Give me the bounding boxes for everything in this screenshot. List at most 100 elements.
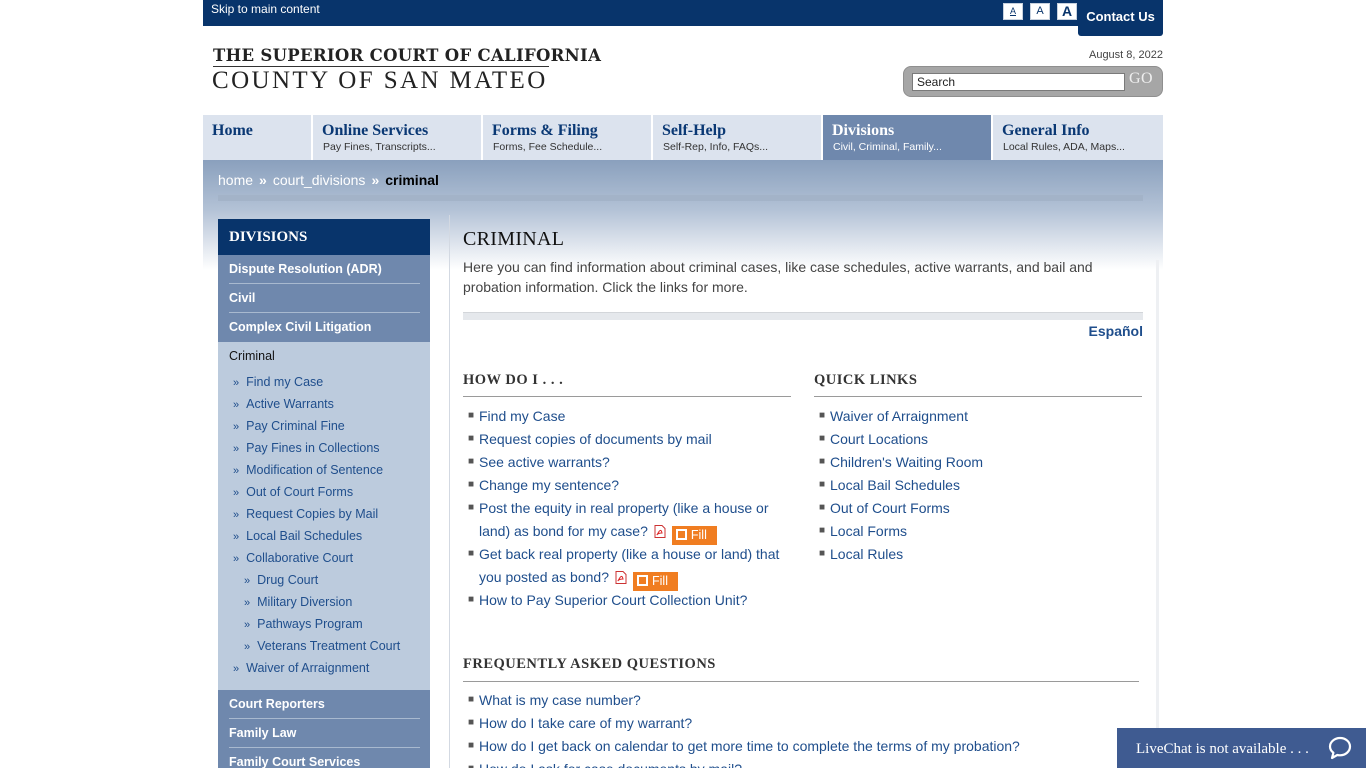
pdf-icon[interactable] <box>615 568 627 584</box>
howdoi-link-get-back-property[interactable]: Get back real property (like a house or … <box>479 543 779 566</box>
sidebar-item-complex-civil[interactable]: Complex Civil Litigation <box>218 313 430 342</box>
sidebar-sublink-active-warrants[interactable]: » Active Warrants <box>233 397 334 411</box>
sidebar-subsublink-veterans[interactable]: » Veterans Treatment Court <box>244 639 400 653</box>
font-size-small-button[interactable]: A <box>1003 3 1023 20</box>
breadcrumb-divider <box>218 195 1143 201</box>
current-date: August 8, 2022 <box>1088 49 1163 61</box>
nav-tab-online-services[interactable]: Online Services Pay Fines, Transcripts..… <box>313 115 482 160</box>
chevron-right-icon: » <box>233 487 240 499</box>
sidebar-item-label: Court Reporters <box>229 697 325 711</box>
espanol-link[interactable]: Español <box>1089 323 1143 339</box>
nav-tab-subtitle: Pay Fines, Transcripts... <box>323 141 436 153</box>
breadcrumb-home-link[interactable]: home <box>218 172 253 188</box>
howdoi-link-post-equity-line2[interactable]: land) as bond for my case? Fill <box>479 520 717 545</box>
bullet-icon: ■ <box>819 410 826 421</box>
chevron-right-icon: » <box>233 465 240 477</box>
sidebar-item-criminal-current[interactable]: Criminal <box>229 349 275 363</box>
howdoi-link-text: land) as bond for my case? <box>479 523 648 539</box>
sidebar-subsublink-drug-court[interactable]: » Drug Court <box>244 573 318 587</box>
court-logo-line1[interactable]: THE SUPERIOR COURT OF CALIFORNIA <box>213 46 601 65</box>
nav-tab-home[interactable]: Home <box>203 115 312 160</box>
fill-edit-icon <box>675 529 687 540</box>
sidebar-sublink-label: Find my Case <box>246 375 324 389</box>
sidebar-item-family-law[interactable]: Family Law <box>218 719 430 748</box>
bullet-icon: ■ <box>468 763 474 768</box>
quick-link-waiver[interactable]: Waiver of Arraignment <box>830 405 968 428</box>
breadcrumb-separator: » <box>371 172 380 188</box>
nav-tab-subtitle: Local Rules, ADA, Maps... <box>1003 141 1125 153</box>
sidebar-subsublink-military[interactable]: » Military Diversion <box>244 595 352 609</box>
pdf-icon[interactable] <box>654 522 666 538</box>
sidebar-sublink-pay-fine[interactable]: » Pay Criminal Fine <box>233 419 345 433</box>
chevron-right-icon: » <box>233 399 240 411</box>
quick-link-court-locations[interactable]: Court Locations <box>830 428 928 451</box>
nav-tab-general-info[interactable]: General Info Local Rules, ADA, Maps... <box>993 115 1163 160</box>
livechat-label: LiveChat is not available . . . <box>1136 741 1309 757</box>
font-size-large-button[interactable]: A <box>1057 3 1077 20</box>
sidebar-sublink-out-of-court[interactable]: » Out of Court Forms <box>233 485 353 499</box>
faq-heading: FREQUENTLY ASKED QUESTIONS <box>463 656 716 672</box>
contact-us-button[interactable]: Contact Us <box>1078 0 1163 36</box>
chevron-right-icon: » <box>244 597 251 609</box>
sidebar-subsublink-pathways[interactable]: » Pathways Program <box>244 617 363 631</box>
sidebar-sublink-label: Pay Criminal Fine <box>246 419 345 433</box>
skip-to-main-link[interactable]: Skip to main content <box>211 2 320 16</box>
sidebar-item-adr[interactable]: Dispute Resolution (ADR) <box>218 255 430 284</box>
nav-tab-subtitle: Civil, Criminal, Family... <box>833 141 942 153</box>
howdoi-link-collection-unit[interactable]: How to Pay Superior Court Collection Uni… <box>479 589 747 612</box>
howdoi-link-post-equity[interactable]: Post the equity in real property (like a… <box>479 497 769 520</box>
sidebar-item-label: Complex Civil Litigation <box>229 320 372 334</box>
sidebar-sublink-label: Drug Court <box>257 573 319 587</box>
chevron-right-icon: » <box>233 377 240 389</box>
fill-edit-icon <box>637 575 648 586</box>
font-size-medium-button[interactable]: A <box>1030 3 1050 20</box>
sidebar-sublink-request-copies[interactable]: » Request Copies by Mail <box>233 507 378 521</box>
court-logo-line2[interactable]: COUNTY OF SAN MATEO <box>212 67 548 95</box>
bullet-icon: ■ <box>468 456 475 467</box>
bullet-icon: ■ <box>468 548 475 559</box>
quick-link-bail-schedules[interactable]: Local Bail Schedules <box>830 474 960 497</box>
faq-link-warrant[interactable]: How do I take care of my warrant? <box>479 712 692 735</box>
section-divider <box>463 396 791 397</box>
howdoi-link-get-back-property-line2[interactable]: you posted as bond? Fill <box>479 566 678 591</box>
nav-tab-divisions[interactable]: Divisions Civil, Criminal, Family... <box>823 115 992 160</box>
howdoi-link-request-copies[interactable]: Request copies of documents by mail <box>479 428 712 451</box>
sidebar-sublink-label: Modification of Sentence <box>246 463 384 477</box>
sidebar-sublink-label: Pathways Program <box>257 617 363 631</box>
sidebar-sublink-modification[interactable]: » Modification of Sentence <box>233 463 383 477</box>
nav-tab-forms-filing[interactable]: Forms & Filing Forms, Fee Schedule... <box>483 115 652 160</box>
faq-link-case-number[interactable]: What is my case number? <box>479 689 641 712</box>
faq-link-calendar[interactable]: How do I get back on calendar to get mor… <box>479 735 1020 758</box>
sidebar-item-court-reporters[interactable]: Court Reporters <box>218 690 430 719</box>
bullet-icon: ■ <box>819 502 826 513</box>
bullet-icon: ■ <box>468 502 475 513</box>
sidebar-item-family-court-services[interactable]: Family Court Services <box>218 748 430 768</box>
quick-link-childrens-room[interactable]: Children's Waiting Room <box>830 451 983 474</box>
bullet-icon: ■ <box>819 456 826 467</box>
quick-link-local-rules[interactable]: Local Rules <box>830 543 903 566</box>
quick-link-local-forms[interactable]: Local Forms <box>830 520 907 543</box>
page-intro: Here you can find information about crim… <box>463 259 1093 295</box>
sidebar-sublink-pay-collections[interactable]: » Pay Fines in Collections <box>233 441 380 455</box>
sidebar-sublink-waiver[interactable]: » Waiver of Arraignment <box>233 661 369 675</box>
breadcrumb: home » court_divisions » criminal <box>218 172 439 188</box>
sidebar-sublink-find-case[interactable]: » Find my Case <box>233 375 323 389</box>
sidebar-sublink-label: Veterans Treatment Court <box>257 639 401 653</box>
livechat-widget[interactable]: LiveChat is not available . . . <box>1117 728 1366 768</box>
sidebar-sublink-bail-schedules[interactable]: » Local Bail Schedules <box>233 529 362 543</box>
search-go-button[interactable]: GO <box>1129 70 1153 88</box>
main-nav: Home Online Services Pay Fines, Transcri… <box>203 115 1163 160</box>
page-title: CRIMINAL <box>463 228 565 250</box>
breadcrumb-divisions-link[interactable]: court_divisions <box>273 172 366 188</box>
chevron-right-icon: » <box>233 509 240 521</box>
faq-link-case-documents[interactable]: How do I ask for case documents by mail? <box>479 758 742 768</box>
howdoi-link-change-sentence[interactable]: Change my sentence? <box>479 474 619 497</box>
sidebar-sublink-label: Out of Court Forms <box>246 485 354 499</box>
howdoi-link-active-warrants[interactable]: See active warrants? <box>479 451 610 474</box>
nav-tab-self-help[interactable]: Self-Help Self-Rep, Info, FAQs... <box>653 115 822 160</box>
howdoi-link-find-case[interactable]: Find my Case <box>479 405 565 428</box>
quick-link-out-of-court-forms[interactable]: Out of Court Forms <box>830 497 950 520</box>
sidebar-item-civil[interactable]: Civil <box>218 284 430 313</box>
search-input[interactable] <box>912 73 1125 91</box>
sidebar-sublink-collaborative[interactable]: » Collaborative Court <box>233 551 353 565</box>
